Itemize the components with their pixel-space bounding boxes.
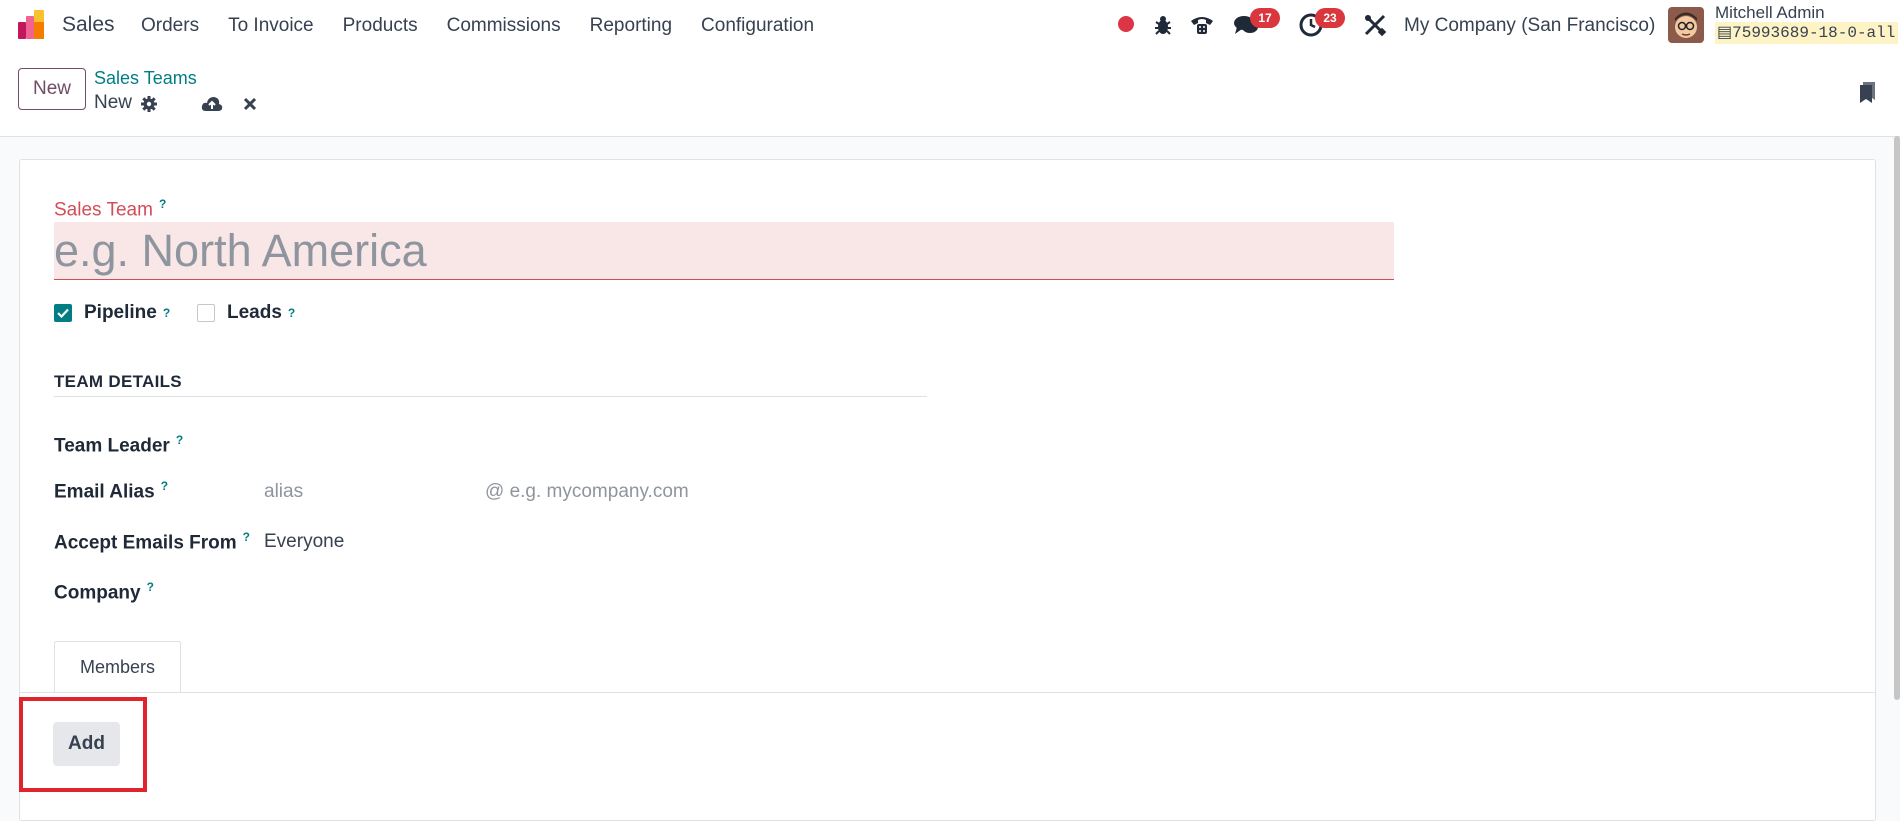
team-leader-label: Team Leader? xyxy=(54,433,183,457)
breadcrumb-current: New xyxy=(94,92,133,113)
team-leader-label-text: Team Leader xyxy=(54,435,170,457)
company-label-text: Company xyxy=(54,582,141,604)
menu-configuration[interactable]: Configuration xyxy=(701,15,814,37)
tab-divider xyxy=(20,692,1875,693)
pipeline-option[interactable]: Pipeline? xyxy=(54,302,170,324)
leads-checkbox[interactable] xyxy=(197,304,215,322)
accept-emails-select[interactable]: Everyone xyxy=(264,531,344,553)
messages-count-badge: 17 xyxy=(1250,8,1280,28)
tools-icon[interactable] xyxy=(1362,12,1388,38)
menu-products[interactable]: Products xyxy=(343,15,418,37)
sales-team-name-input[interactable] xyxy=(54,222,1394,280)
team-details-heading: TEAM DETAILS xyxy=(54,372,182,391)
sales-team-label-text: Sales Team xyxy=(54,199,153,221)
form-sheet: Sales Team? Pipeline? Leads? TEAM DETAIL… xyxy=(19,159,1876,821)
scrollbar[interactable] xyxy=(1894,136,1900,700)
main-menu: Orders To Invoice Products Commissions R… xyxy=(141,15,843,37)
pipeline-checkbox[interactable] xyxy=(54,304,72,322)
company-switcher[interactable]: My Company (San Francisco) xyxy=(1404,15,1655,37)
database-label: 75993689-18-0-all xyxy=(1732,24,1896,42)
highlight-annotation xyxy=(19,697,147,792)
user-avatar[interactable] xyxy=(1668,7,1704,43)
discard-icon[interactable] xyxy=(242,96,258,117)
help-icon[interactable]: ? xyxy=(147,580,154,594)
menu-orders[interactable]: Orders xyxy=(141,15,199,37)
menu-commissions[interactable]: Commissions xyxy=(447,15,561,37)
company-label: Company? xyxy=(54,580,154,604)
leads-label: Leads xyxy=(227,302,282,323)
new-button[interactable]: New xyxy=(18,68,86,110)
tab-members[interactable]: Members xyxy=(54,641,181,693)
email-alias-label-text: Email Alias xyxy=(54,481,155,503)
breadcrumb-sales-teams[interactable]: Sales Teams xyxy=(94,68,197,89)
email-alias-label: Email Alias? xyxy=(54,479,168,503)
team-leader-field[interactable] xyxy=(264,426,884,458)
check-icon xyxy=(57,308,69,318)
sales-app-icon[interactable] xyxy=(18,10,48,40)
gear-icon[interactable] xyxy=(140,95,158,118)
database-icon: ▤ xyxy=(1717,24,1733,42)
accept-emails-label: Accept Emails From? xyxy=(54,530,250,554)
bug-icon[interactable] xyxy=(1150,12,1176,38)
section-divider xyxy=(54,396,927,397)
database-name: ▤75993689-18-0-all xyxy=(1715,22,1899,44)
help-icon[interactable]: ? xyxy=(243,530,250,544)
help-icon[interactable]: ? xyxy=(176,433,183,447)
recording-indicator-icon[interactable] xyxy=(1118,16,1134,32)
help-icon[interactable]: ? xyxy=(159,197,166,211)
bookmark-icon[interactable] xyxy=(1858,80,1878,109)
help-icon[interactable]: ? xyxy=(288,306,295,320)
accept-emails-label-text: Accept Emails From xyxy=(54,532,237,554)
control-panel: New Sales Teams New xyxy=(0,50,1900,137)
help-icon[interactable]: ? xyxy=(161,479,168,493)
alias-domain-input[interactable]: @ e.g. mycompany.com xyxy=(485,481,689,503)
sales-team-label: Sales Team? xyxy=(54,197,166,221)
company-field[interactable] xyxy=(264,573,884,605)
menu-to-invoice[interactable]: To Invoice xyxy=(228,15,314,37)
user-name[interactable]: Mitchell Admin xyxy=(1715,3,1825,23)
leads-option[interactable]: Leads? xyxy=(197,302,295,324)
pipeline-label: Pipeline xyxy=(84,302,157,323)
activities-count-badge: 23 xyxy=(1315,8,1345,28)
menu-reporting[interactable]: Reporting xyxy=(590,15,672,37)
app-name[interactable]: Sales xyxy=(62,13,115,37)
phone-icon[interactable] xyxy=(1189,12,1215,38)
alias-input[interactable]: alias xyxy=(264,481,303,503)
save-cloud-icon[interactable] xyxy=(201,95,223,118)
top-navbar: Sales Orders To Invoice Products Commiss… xyxy=(0,0,1900,50)
help-icon[interactable]: ? xyxy=(163,306,170,320)
